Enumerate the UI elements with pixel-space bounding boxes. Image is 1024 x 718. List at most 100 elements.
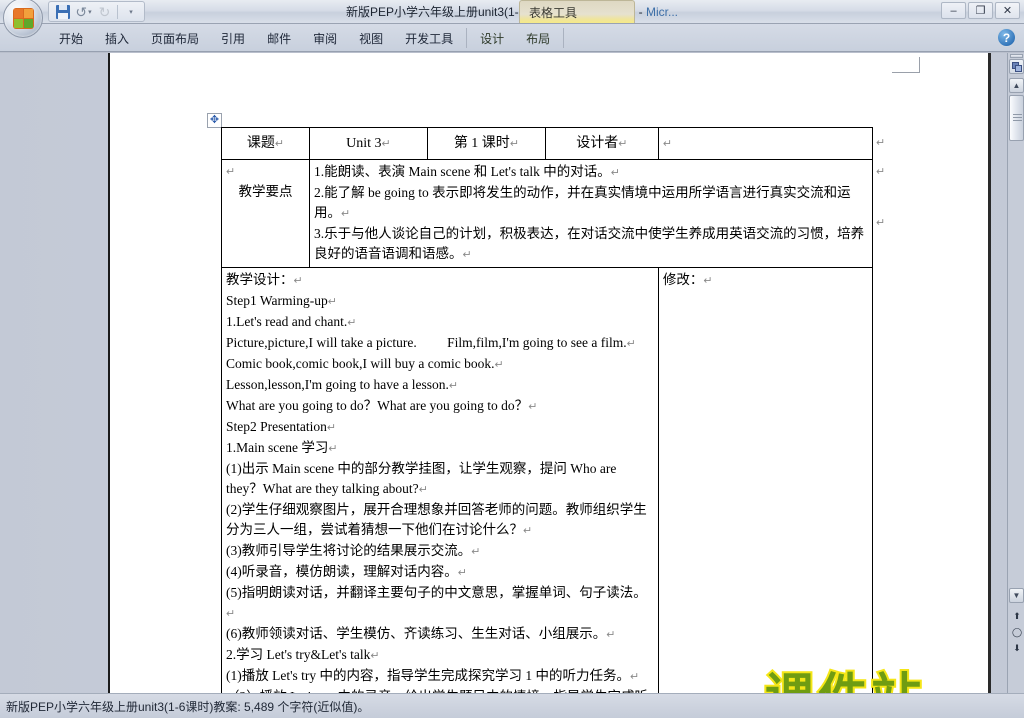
contextual-tab-table-tools[interactable]: 表格工具 — [519, 0, 635, 23]
contextual-tab-label: 表格工具 — [529, 6, 578, 20]
title-bar: ↺ ▾ ↻ ▾ 新版PEP小学六年级上册unit3(1-6课时)教案 [兼容模式… — [0, 0, 1024, 38]
cell-revision-notes[interactable]: 修改：↵ — [657, 267, 874, 693]
cell-key-points-label[interactable]: ↵ 教学要点 — [221, 159, 310, 268]
paragraph-mark: ↵ — [326, 422, 337, 434]
double-down-arrow-icon: ⬇ — [1013, 642, 1021, 653]
tab-page-layout[interactable]: 页面布局 — [140, 25, 210, 51]
design-line: (1)播放 Let's try 中的内容，指导学生完成探究学习 1 中的听力任务… — [226, 666, 654, 687]
key-points-line-2: 2.能了解 be going to 表示即将发生的动作，并在真实情境中运用所学语… — [314, 183, 868, 224]
paragraph-mark-outer-1: ↵ — [876, 137, 886, 149]
cell-designer-label[interactable]: 设计者↵ — [544, 127, 659, 160]
tab-home[interactable]: 开始 — [48, 25, 94, 51]
paragraph-mark-outer-2: ↵ — [876, 166, 886, 178]
key-points-text-2: 2.能了解 be going to 表示即将发生的动作，并在真实情境中运用所学语… — [313, 185, 851, 220]
design-line: Picture,picture,I will take a picture. F… — [226, 333, 654, 354]
tab-table-layout[interactable]: 布局 — [515, 25, 561, 51]
paragraph-mark: ↵ — [226, 166, 236, 178]
design-line: 1.Main scene 学习↵ — [226, 438, 654, 459]
page-right-edge — [988, 53, 991, 693]
paragraph-mark: ↵ — [347, 317, 357, 329]
scroll-up-button[interactable]: ▲ — [1009, 78, 1024, 93]
cell-key-points-body[interactable]: 1.能朗读、表演 Main scene 和 Let's talk 中的对话。↵ … — [308, 159, 874, 268]
design-text-11: (3)教师引导学生将讨论的结果展示交流。 — [226, 543, 472, 558]
paragraph-mark: ↵ — [523, 525, 533, 537]
paragraph-mark-outer-3: ↵ — [876, 217, 886, 229]
design-text-5: Lesson,lesson,I'm going to have a lesson… — [226, 377, 449, 392]
design-text-1: Step1 Warming-up — [226, 293, 328, 308]
select-browse-object-top-icon[interactable] — [1009, 59, 1024, 74]
ribbon-tabs: 开始 插入 页面布局 引用 邮件 审阅 视图 开发工具 设计 布局 — [48, 24, 566, 52]
cell-unit-value[interactable]: Unit 3↵ — [308, 127, 428, 160]
cell-title-label[interactable]: 课题↵ — [221, 127, 310, 160]
paragraph-mark: ↵ — [328, 443, 338, 455]
design-line: What are you going to do？What are you go… — [226, 396, 654, 417]
paragraph-mark: ↵ — [457, 567, 467, 579]
maximize-restore-button[interactable]: ❐ — [968, 2, 993, 19]
window-title-application: Micr... — [646, 5, 679, 19]
paragraph-mark: ↵ — [226, 608, 236, 620]
design-text-12: (4)听录音，模仿朗读，理解对话内容。 — [226, 564, 458, 579]
help-button[interactable]: ? — [997, 28, 1016, 47]
cell-designer-value[interactable]: ↵ — [657, 127, 874, 160]
key-points-line-3: 3.乐于与他人谈论自己的计划，积极表达，在对话交流中使学生养成用英语交流的习惯，… — [314, 224, 868, 265]
minimize-button[interactable]: – — [941, 2, 966, 19]
design-line: (5)指明朗读对话，并翻译主要句子的中文意思，掌握单词、句子读法。 ↵ — [226, 583, 654, 624]
circle-icon: ◯ — [1011, 626, 1023, 637]
design-text-13: (5)指明朗读对话，并翻译主要句子的中文意思，掌握单词、句子读法。 — [226, 585, 647, 600]
design-line: (1)出示 Main scene 中的部分教学挂图，让学生观察，提问 Who a… — [226, 459, 654, 500]
tab-view[interactable]: 视图 — [348, 25, 394, 51]
ribbon-divider-2 — [563, 28, 565, 48]
word-application-window: ↺ ▾ ↻ ▾ 新版PEP小学六年级上册unit3(1-6课时)教案 [兼容模式… — [0, 0, 1024, 718]
period-text: 第 1 课时 — [453, 135, 510, 151]
tab-references[interactable]: 引用 — [210, 25, 256, 51]
paragraph-mark: ↵ — [626, 338, 636, 350]
cell-period-value[interactable]: 第 1 课时↵ — [426, 127, 546, 160]
design-line: 2.学习 Let's try&Let's talk↵ — [226, 645, 654, 666]
help-icon: ? — [1002, 30, 1011, 45]
window-title-separator: - — [635, 5, 647, 19]
tab-table-design[interactable]: 设计 — [469, 25, 515, 51]
tab-developer[interactable]: 开发工具 — [394, 25, 464, 51]
design-text-6: What are you going to do？What are you go… — [226, 398, 529, 413]
ribbon-tab-bar: 开始 插入 页面布局 引用 邮件 审阅 视图 开发工具 设计 布局 ? — [0, 24, 1024, 52]
key-points-label-text: 教学要点 — [238, 184, 293, 199]
tab-mailings[interactable]: 邮件 — [256, 25, 302, 51]
paragraph-mark: ↵ — [606, 629, 616, 641]
previous-object-button[interactable]: ⬆ — [1010, 609, 1024, 623]
revise-label-text: 修改： — [662, 272, 704, 287]
paragraph-mark: ↵ — [340, 208, 351, 220]
paragraph-mark: ↵ — [662, 137, 673, 150]
table-move-handle[interactable]: ✥ — [207, 113, 222, 128]
scroll-down-button[interactable]: ▼ — [1009, 588, 1024, 603]
tab-review[interactable]: 审阅 — [302, 25, 348, 51]
design-text-7: Step2 Presentation — [226, 419, 327, 434]
design-line: Step1 Warming-up↵ — [226, 291, 654, 312]
document-workspace: ✥ ↵ ↵ ↵ 课题↵ Unit 3↵ 第 1 课时↵ 设计者↵ ↵ ↵ 教学要… — [0, 53, 1024, 693]
design-line: 教学设计：↵ — [226, 270, 654, 291]
paragraph-mark: ↵ — [381, 137, 391, 150]
paragraph-mark: ↵ — [471, 546, 481, 558]
tab-insert[interactable]: 插入 — [94, 25, 140, 51]
design-line: 1.Let's read and chant.↵ — [226, 312, 654, 333]
paragraph-mark: ↵ — [462, 249, 472, 261]
key-points-text-1: 1.能朗读、表演 Main scene 和 Let's talk 中的对话。 — [313, 164, 611, 179]
table-row-header: 课题↵ Unit 3↵ 第 1 课时↵ 设计者↵ ↵ — [221, 127, 874, 160]
close-button[interactable]: ✕ — [995, 2, 1020, 19]
split-window-handle[interactable] — [1010, 54, 1023, 58]
paragraph-mark: ↵ — [370, 650, 380, 662]
lesson-plan-table[interactable]: 课题↵ Unit 3↵ 第 1 课时↵ 设计者↵ ↵ ↵ 教学要点 1.能朗读、… — [221, 127, 874, 693]
design-text-8: 1.Main scene 学习 — [226, 440, 329, 455]
triangle-up-icon: ▲ — [1012, 81, 1021, 90]
design-line: (2)学生仔细观察图片，展开合理想象并回答老师的问题。教师组织学生分为三人一组，… — [226, 500, 654, 541]
status-bar-word-count: 新版PEP小学六年级上册unit3(1-6课时)教案: 5,489 个字符(近似… — [6, 699, 370, 714]
next-object-button[interactable]: ⬇ — [1010, 641, 1024, 655]
cell-teaching-design[interactable]: 教学设计：↵ Step1 Warming-up↵ 1.Let's read an… — [221, 267, 659, 693]
select-browse-object-button[interactable]: ◯ — [1010, 625, 1024, 639]
paragraph-mark: ↵ — [494, 359, 504, 371]
table-row-key-points: ↵ 教学要点 1.能朗读、表演 Main scene 和 Let's talk … — [221, 159, 874, 268]
vertical-scrollbar[interactable]: ▲ ▼ ⬆ ◯ ⬇ — [1007, 53, 1024, 693]
scrollbar-thumb[interactable] — [1009, 95, 1024, 141]
design-text-3: Picture,picture,I will take a picture. F… — [226, 335, 627, 350]
design-text-16: (1)播放 Let's try 中的内容，指导学生完成探究学习 1 中的听力任务… — [226, 668, 631, 683]
status-bar: 新版PEP小学六年级上册unit3(1-6课时)教案: 5,489 个字符(近似… — [0, 693, 1024, 718]
